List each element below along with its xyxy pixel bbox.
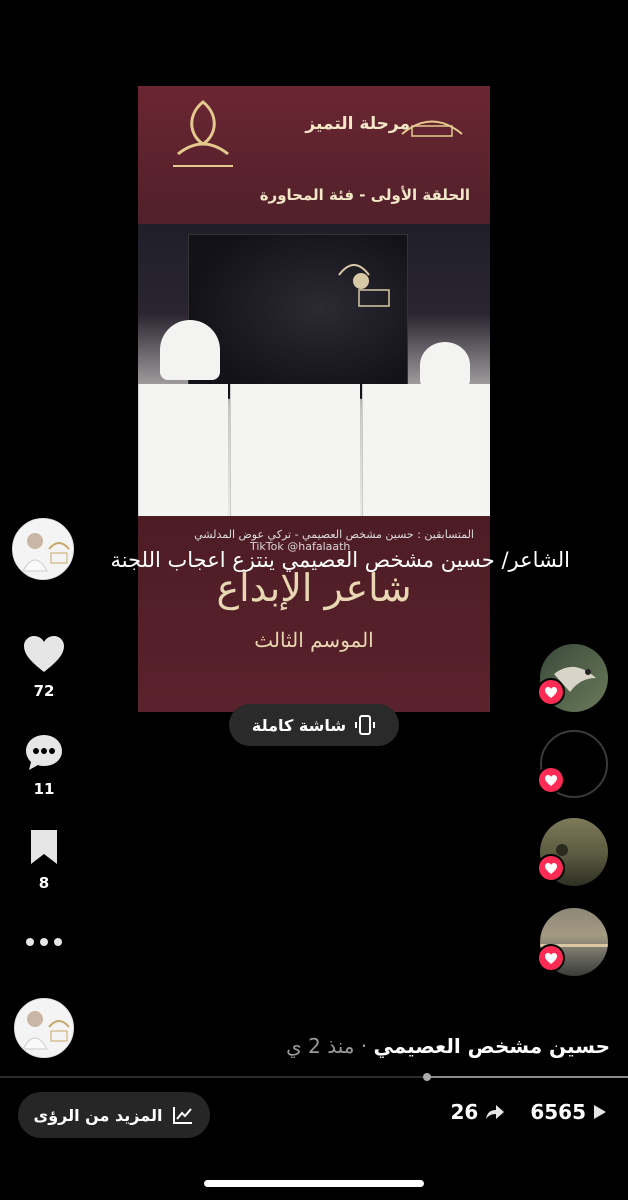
video-caption: الشاعر/ حسين مشخص العصيمي ينتزع اعجاب ال…: [110, 548, 570, 572]
more-insights-button[interactable]: المزيد من الرؤى: [18, 1092, 210, 1138]
season-title: الموسم الثالث: [254, 628, 374, 652]
author-line: حسين مشخص العصيمي · منذ 2 ي: [286, 1034, 610, 1058]
author-name[interactable]: حسين مشخص العصيمي: [374, 1034, 610, 1058]
post-time: · منذ 2 ي: [286, 1034, 368, 1058]
heart-icon: [545, 862, 557, 874]
comment-icon: [26, 735, 62, 770]
progress-thumb[interactable]: [423, 1073, 432, 1081]
home-indicator: [204, 1180, 424, 1187]
liked-badge: [537, 766, 565, 794]
video-header-band: مرحلة التميز الحلقة الأولى - فئة المحاور…: [138, 86, 490, 226]
insights-label: المزيد من الرؤى: [33, 1105, 163, 1125]
author-avatar-image: [15, 999, 73, 1057]
video-stats: 6565 26: [450, 1100, 608, 1124]
creator-avatar[interactable]: [12, 518, 74, 580]
rotate-phone-icon: [355, 715, 376, 735]
heart-icon: [545, 686, 557, 698]
comment-button[interactable]: 11: [14, 732, 74, 798]
play-icon: [594, 1105, 606, 1119]
like-button[interactable]: 72: [14, 634, 74, 700]
heart-icon: [545, 952, 557, 964]
share-arrow-icon: [486, 1105, 505, 1119]
desk: [362, 384, 490, 524]
save-count: 8: [38, 874, 50, 892]
views-count: 6565: [530, 1100, 586, 1124]
video-footer-band: المتسابقين : حسين مشخص العصيمي - تركي عو…: [138, 516, 490, 712]
more-options-button[interactable]: [14, 932, 74, 956]
fullscreen-label: شاشة كاملة: [251, 715, 347, 735]
contestant-right: [420, 342, 470, 388]
liked-badge: [537, 678, 565, 706]
like-count: 72: [33, 682, 55, 700]
screen-logo-icon: [338, 264, 390, 307]
analytics-icon: [173, 1107, 193, 1124]
video-progress-bar[interactable]: [0, 1073, 628, 1081]
liked-badge: [537, 944, 565, 972]
author-avatar[interactable]: [14, 998, 74, 1058]
stage-screen: [188, 234, 408, 399]
stage-title: مرحلة التميز: [305, 114, 410, 134]
liked-badge: [537, 854, 565, 882]
creator-avatar-image: [13, 519, 73, 579]
desk: [230, 384, 360, 524]
fullscreen-button[interactable]: شاشة كاملة: [229, 704, 399, 746]
contestant-left: [160, 320, 220, 380]
heart-icon: [545, 774, 557, 786]
desk: [138, 384, 228, 524]
video-scene: [138, 224, 490, 524]
more-dots-icon: [26, 938, 62, 946]
save-button[interactable]: 8: [14, 828, 74, 892]
episode-title: الحلقة الأولى - فئة المحاورة: [259, 186, 470, 204]
progress-fill: [427, 1076, 628, 1078]
comment-count: 11: [33, 780, 55, 798]
show-logo-icon: [173, 100, 233, 167]
heart-icon: [24, 636, 64, 672]
views-stat: 6565: [530, 1100, 608, 1124]
shares-stat: 26: [450, 1100, 506, 1124]
show-title: شاعر الإبداع: [216, 566, 412, 610]
video-player[interactable]: مرحلة التميز الحلقة الأولى - فئة المحاور…: [138, 86, 490, 712]
shares-count: 26: [450, 1100, 479, 1124]
bookmark-icon: [31, 830, 57, 864]
